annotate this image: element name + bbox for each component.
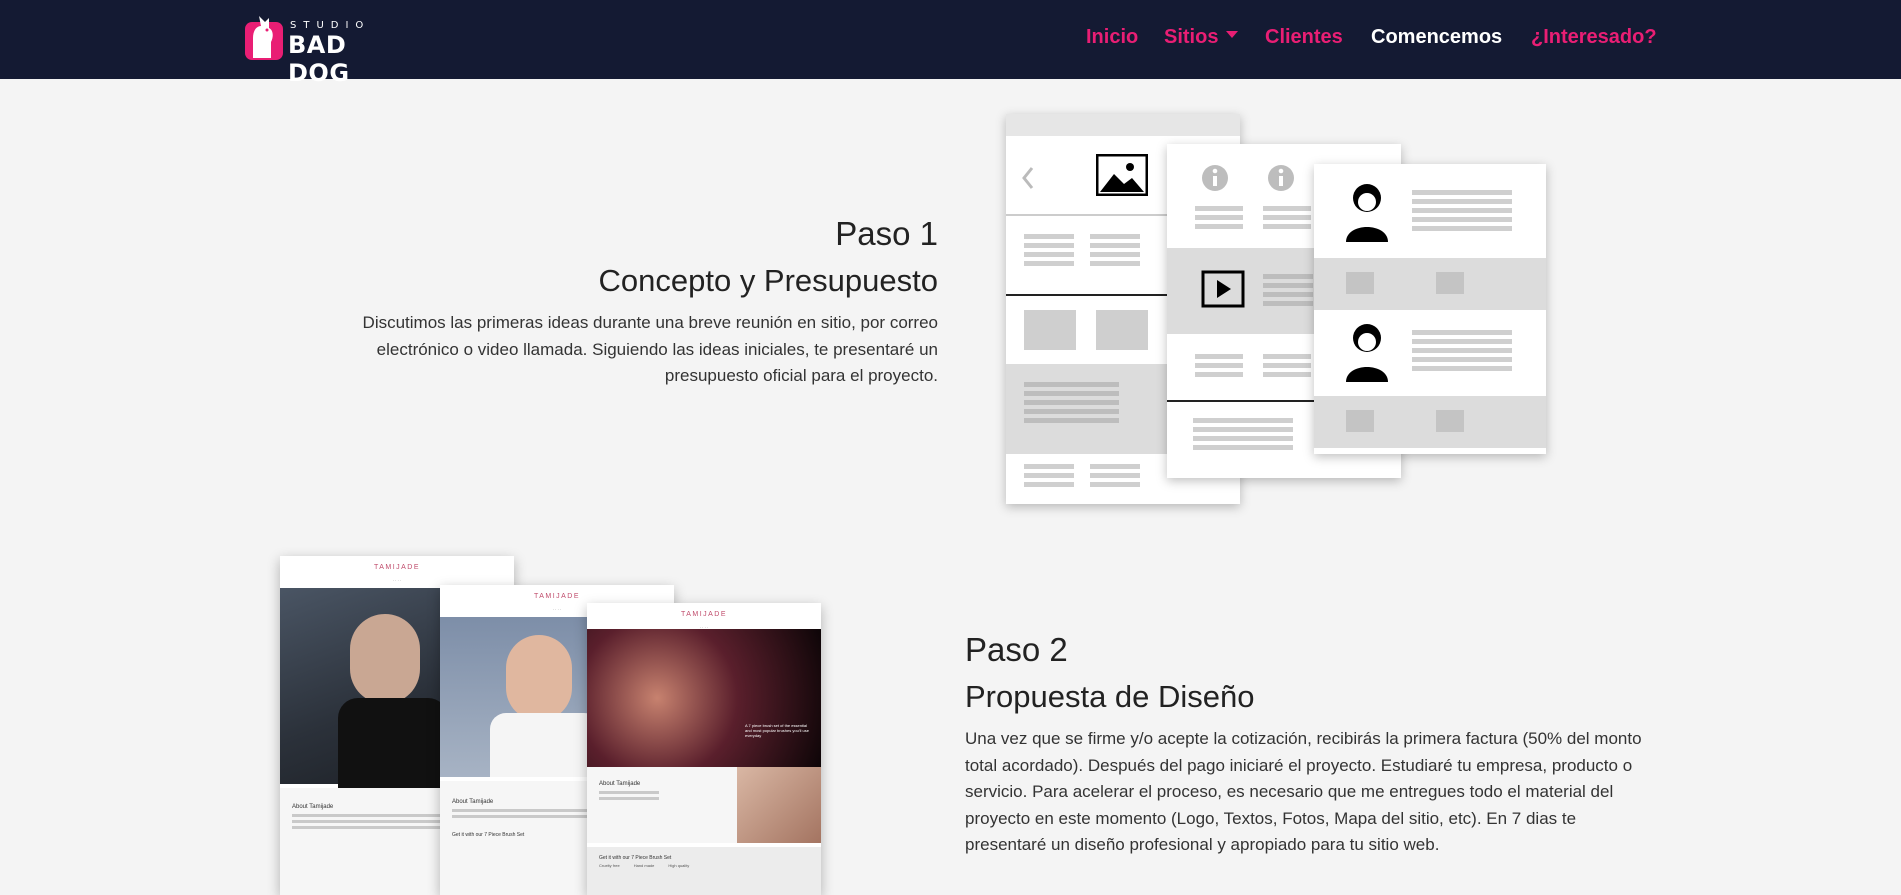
nav-inicio[interactable]: Inicio <box>1086 26 1138 49</box>
step1-subtitle: Concepto y Presupuesto <box>598 263 939 298</box>
step2-subtitle: Propuesta de Diseño <box>965 679 1255 714</box>
chevron-down-icon <box>1226 31 1239 39</box>
step1-section: Paso 1 Concepto y Presupuesto Discutimos… <box>298 212 938 390</box>
top-navbar: STUDIO BAD DOG Inicio Sitios Clientes Co… <box>0 0 1901 87</box>
dog-logo-icon <box>245 16 283 60</box>
mockup-brand: TAMIJADE <box>373 564 421 571</box>
nav-comencemos[interactable]: Comencemos <box>1371 26 1502 49</box>
step1-title: Paso 1 <box>835 215 938 252</box>
nav-interesado[interactable]: ¿Interesado? <box>1531 26 1657 49</box>
play-video-icon <box>1201 270 1245 308</box>
image-placeholder <box>1096 310 1148 350</box>
step2-title: Paso 2 <box>965 631 1068 668</box>
person-avatar-icon <box>1346 324 1388 382</box>
wireframe-page-c <box>1314 164 1546 454</box>
logo-studio-text: STUDIO <box>290 20 371 31</box>
eye-closeup-photo <box>737 767 821 843</box>
nav-sitios-dropdown[interactable]: Sitios <box>1164 26 1239 49</box>
info-icon <box>1202 165 1228 191</box>
chevron-left-icon <box>1022 167 1034 189</box>
person-avatar-icon <box>1346 184 1388 242</box>
nav-sitios-label: Sitios <box>1164 26 1219 48</box>
mockup-page-3: TAMIJADE · · · · A 7 piece brush set of t… <box>587 603 821 895</box>
image-placeholder <box>1024 310 1076 350</box>
step2-section: Paso 2 Propuesta de Diseño Una vez que s… <box>965 628 1655 859</box>
logo-name-text: BAD DOG <box>288 31 350 87</box>
step1-description: Discutimos las primeras ideas durante un… <box>362 313 938 385</box>
beauty-closeup-photo: A 7 piece brush set of the essential and… <box>587 629 821 767</box>
studio-bad-dog-logo[interactable]: STUDIO BAD DOG <box>243 14 393 87</box>
step2-description: Una vez que se firme y/o acepte la cotiz… <box>965 729 1642 854</box>
nav-clientes[interactable]: Clientes <box>1265 26 1343 49</box>
image-icon <box>1096 154 1148 196</box>
info-icon <box>1268 165 1294 191</box>
